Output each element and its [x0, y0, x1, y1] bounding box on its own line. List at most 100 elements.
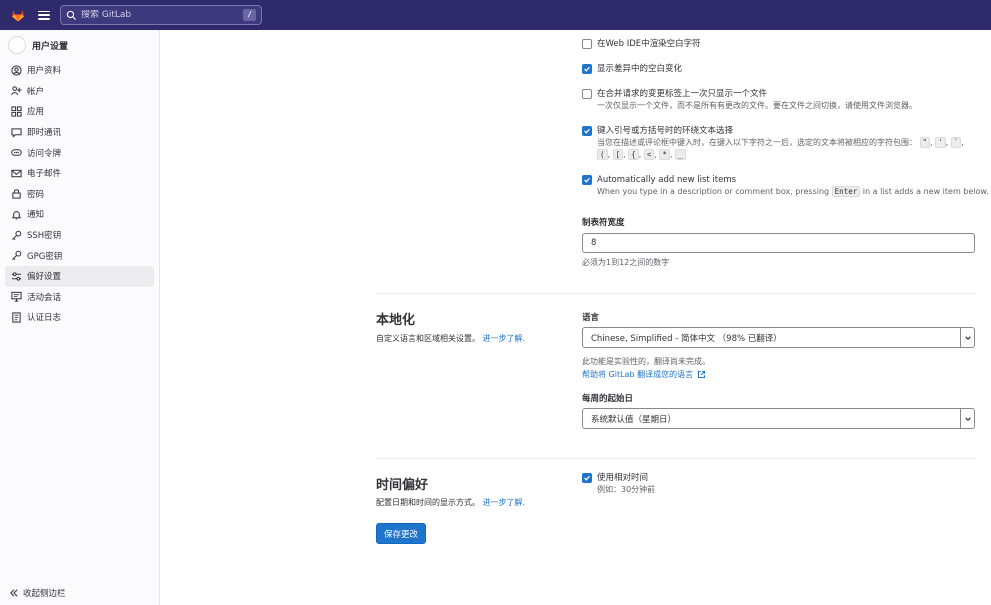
- sidebar-item-9[interactable]: GPG密钥: [5, 245, 154, 266]
- log-icon: [12, 312, 21, 323]
- sidebar-item-label: 活动会话: [27, 292, 62, 303]
- double-chevron-left-icon: [10, 589, 18, 597]
- sidebar-item-11[interactable]: 活动会话: [5, 287, 154, 308]
- check-icon: [584, 128, 590, 134]
- surround-char: _: [675, 149, 686, 160]
- sidebar-item-label: 认证日志: [27, 313, 62, 324]
- tab-width-label: 制表符宽度: [582, 218, 625, 228]
- sidebar-item-7[interactable]: 通知: [5, 204, 154, 225]
- collapse-sidebar-button[interactable]: 收起侧边栏: [10, 587, 66, 599]
- sidebar-title: 用户设置: [32, 41, 69, 52]
- sidebar: 用户设置 用户资料帐户应用即时通讯访问令牌电子邮件密码通知 SSH密钥 GPG密钥偏…: [0, 30, 160, 605]
- surround-char: (: [597, 149, 608, 160]
- sidebar-item-label: 即时通讯: [27, 128, 62, 139]
- relative-time-help: 例如：30分钟前: [597, 485, 656, 494]
- localization-learn-more-link[interactable]: 进一步了解.: [483, 334, 526, 343]
- help-translate-label: 帮助将 GitLab 翻译成您的语言: [582, 370, 694, 379]
- first-day-select[interactable]: 系统默认值（星期日）: [582, 408, 975, 429]
- sidebar-item-label: 应用: [27, 107, 45, 118]
- sidebar-item-label: 密码: [27, 189, 45, 200]
- sidebar-item-label: 偏好设置: [27, 272, 62, 283]
- surround-char: ': [935, 137, 946, 148]
- render-whitespace-label: 在Web IDE中渲染空白字符: [597, 39, 701, 49]
- bell-icon: [11, 211, 22, 220]
- sidebar-item-10[interactable]: 偏好设置: [5, 265, 154, 287]
- surround-char: ": [919, 137, 931, 148]
- render-whitespace-checkbox[interactable]: [582, 39, 592, 49]
- surround-selection-checkbox[interactable]: [582, 126, 592, 136]
- time-preferences-learn-more-link[interactable]: 进一步了解.: [483, 498, 526, 507]
- enter-key: Enter: [831, 186, 861, 197]
- show-whitespace-diffs-checkbox[interactable]: [582, 64, 592, 74]
- render-whitespace-option[interactable]: 在Web IDE中渲染空白字符: [582, 39, 701, 50]
- time-preferences-description-text: 配置日期和时间的显示方式。: [376, 498, 480, 507]
- sidebar-item-1[interactable]: 帐户: [5, 81, 154, 102]
- language-label: 语言: [582, 313, 600, 323]
- top-bar: /: [0, 0, 991, 30]
- account-icon: [11, 86, 22, 96]
- auto-list-label: Automatically add new list items: [597, 175, 737, 185]
- chevron-down-icon: [960, 328, 974, 347]
- surround-char: *: [659, 149, 670, 160]
- sidebar-item-label: GPG密钥: [27, 251, 63, 262]
- single-file-diff-checkbox[interactable]: [582, 89, 592, 99]
- sidebar-item-3[interactable]: 即时通讯: [5, 122, 154, 143]
- profile-icon: [11, 65, 22, 76]
- sidebar-nav: 用户资料帐户应用即时通讯访问令牌电子邮件密码通知 SSH密钥 GPG密钥偏好设置活动…: [0, 60, 159, 328]
- token-icon: [11, 149, 22, 156]
- search-box[interactable]: /: [60, 5, 262, 25]
- surround-selection-option[interactable]: 键入引号或方括号时的环绕文本选择 当您在描述或评论框中键入时，在键入以下字符之一…: [582, 126, 977, 161]
- auto-list-help-after: in a list adds a new item below.: [862, 187, 989, 196]
- divider: [376, 293, 975, 294]
- check-icon: [584, 177, 590, 183]
- relative-time-label: 使用相对时间: [597, 473, 649, 483]
- single-file-diff-help: 一次仅显示一个文件，而不是所有有更改的文件。要在文件之间切换，请使用文件浏览器。: [597, 101, 917, 110]
- show-whitespace-diffs-option[interactable]: 显示差异中的空白变化: [582, 64, 682, 75]
- sidebar-item-4[interactable]: 访问令牌: [5, 142, 154, 163]
- applications-icon: [11, 106, 22, 117]
- show-whitespace-diffs-label: 显示差异中的空白变化: [597, 64, 683, 74]
- sidebar-item-label: 帐户: [27, 86, 45, 97]
- experimental-note: 此功能是实验性的，翻译尚未完成。: [582, 357, 710, 366]
- sidebar-item-5[interactable]: 电子邮件: [5, 163, 154, 184]
- single-file-diff-label: 在合并请求的变更标签上一次只显示一个文件: [597, 89, 768, 99]
- mail-icon: [11, 169, 22, 177]
- auto-list-option[interactable]: Automatically add new list items When yo…: [582, 175, 989, 198]
- key-icon: [12, 230, 22, 240]
- search-shortcut: /: [243, 9, 256, 21]
- time-preferences-description: 配置日期和时间的显示方式。 进一步了解.: [376, 497, 525, 508]
- surround-char: [: [612, 149, 624, 160]
- save-changes-button[interactable]: 保存更改: [376, 523, 427, 544]
- surround-char: `: [950, 137, 962, 148]
- avatar[interactable]: [8, 36, 26, 54]
- sidebar-item-6[interactable]: 密码: [5, 184, 154, 205]
- sidebar-item-2[interactable]: 应用: [5, 101, 154, 122]
- surround-selection-help: 当您在描述或评论框中键入时，在键入以下字符之一后，选定的文本将被相应的字符包围：…: [597, 137, 977, 161]
- localization-description-text: 自定义语言和区域相关设置。: [376, 334, 480, 343]
- chevron-down-icon: [960, 409, 974, 428]
- tab-width-help: 必须为1到12之间的数字: [582, 258, 670, 267]
- menu-icon[interactable]: [38, 9, 50, 21]
- search-input[interactable]: [81, 10, 244, 20]
- external-link-icon: [698, 371, 706, 378]
- auto-list-help: When you type in a description or commen…: [597, 186, 989, 198]
- relative-time-checkbox[interactable]: [582, 473, 592, 483]
- sidebar-item-8[interactable]: SSH密钥: [5, 225, 154, 246]
- sidebar-item-0[interactable]: 用户资料: [5, 60, 154, 81]
- surround-selection-help-text: 当您在描述或评论框中键入时，在键入以下字符之一后，选定的文本将被相应的字符包围：: [597, 138, 917, 147]
- preferences-icon: [11, 272, 22, 281]
- auto-list-checkbox[interactable]: [582, 175, 592, 185]
- sidebar-item-label: SSH密钥: [27, 231, 62, 242]
- monitor-icon: [11, 292, 22, 302]
- language-value: Chinese, Simplified - 简体中文 （98% 已翻译）: [591, 333, 782, 344]
- gitlab-logo-icon[interactable]: [10, 7, 26, 23]
- sidebar-item-label: 访问令牌: [27, 148, 62, 159]
- sidebar-item-12[interactable]: 认证日志: [5, 307, 154, 328]
- relative-time-option[interactable]: 使用相对时间 例如：30分钟前: [582, 473, 655, 496]
- sidebar-item-label: 电子邮件: [27, 169, 62, 180]
- help-translate-link[interactable]: 帮助将 GitLab 翻译成您的语言: [582, 369, 706, 380]
- single-file-diff-option[interactable]: 在合并请求的变更标签上一次只显示一个文件 一次仅显示一个文件，而不是所有有更改的…: [582, 89, 917, 112]
- tab-width-input[interactable]: [582, 233, 975, 253]
- localization-title: 本地化: [376, 313, 416, 328]
- language-select[interactable]: Chinese, Simplified - 简体中文 （98% 已翻译）: [582, 327, 975, 348]
